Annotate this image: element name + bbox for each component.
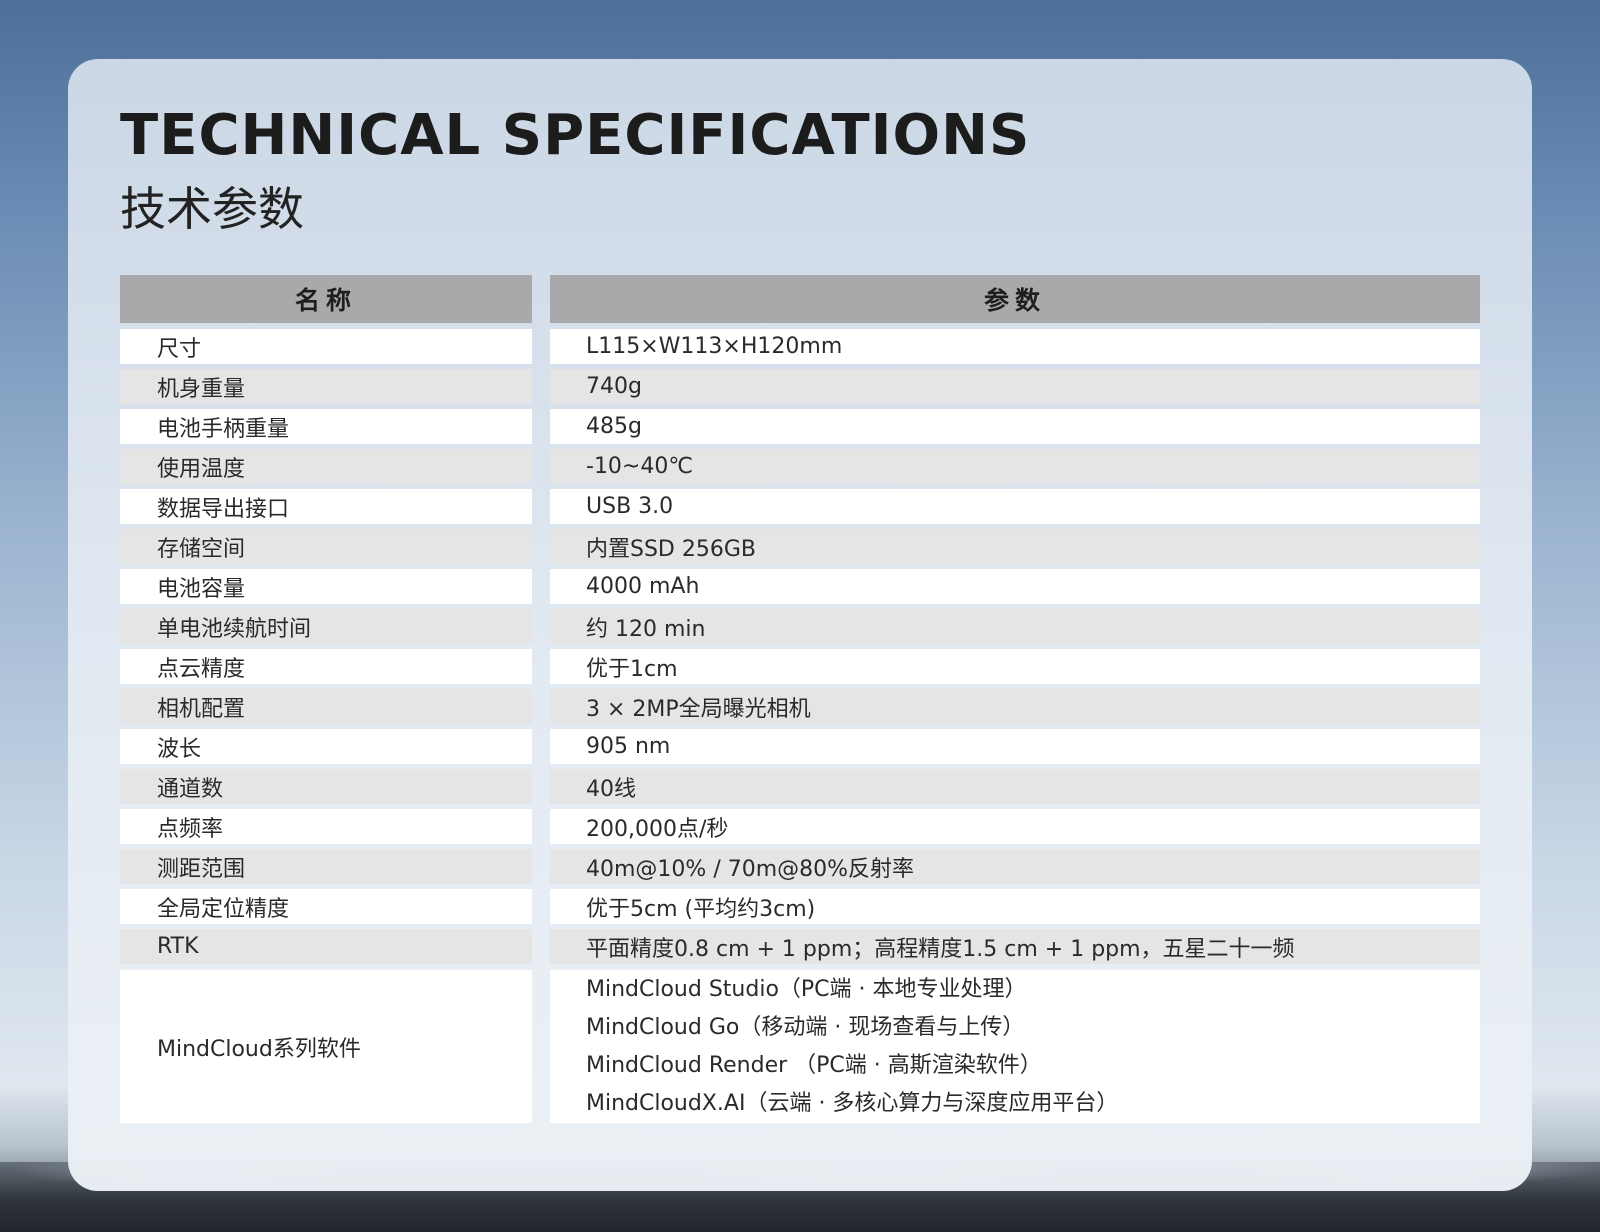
spec-name: 波长 bbox=[120, 729, 532, 764]
spec-value: 40线 bbox=[550, 769, 1480, 804]
table-row: 存储空间 内置SSD 256GB bbox=[120, 529, 1480, 564]
spec-name: 电池手柄重量 bbox=[120, 409, 532, 444]
spec-value: 3 × 2MP全局曝光相机 bbox=[550, 689, 1480, 724]
table-row: 全局定位精度 优于5cm (平均约3cm) bbox=[120, 889, 1480, 924]
spec-value: 内置SSD 256GB bbox=[550, 529, 1480, 564]
table-row: 点频率 200,000点/秒 bbox=[120, 809, 1480, 844]
table-row: 尺寸 L115×W113×H120mm bbox=[120, 329, 1480, 364]
software-item: MindCloud Studio（PC端 · 本地专业处理） bbox=[586, 976, 1027, 1002]
software-item: MindCloud Go（移动端 · 现场查看与上传） bbox=[586, 1014, 1025, 1040]
page-subtitle: 技术参数 bbox=[120, 182, 304, 236]
header-name: 名称 bbox=[120, 275, 532, 323]
spec-name: MindCloud系列软件 bbox=[120, 970, 532, 1123]
spec-value: 优于1cm bbox=[550, 649, 1480, 684]
table-row: 点云精度 优于1cm bbox=[120, 649, 1480, 684]
spec-value: 485g bbox=[550, 409, 1480, 444]
table-row: 通道数 40线 bbox=[120, 769, 1480, 804]
spec-name: 测距范围 bbox=[120, 849, 532, 884]
spec-name: 单电池续航时间 bbox=[120, 609, 532, 644]
table-row: 测距范围 40m@10% / 70m@80%反射率 bbox=[120, 849, 1480, 884]
spec-value: 905 nm bbox=[550, 729, 1480, 764]
spec-value: -10~40℃ bbox=[550, 449, 1480, 484]
spec-value: 200,000点/秒 bbox=[550, 809, 1480, 844]
software-item: MindCloudX.AI（云端 · 多核心算力与深度应用平台） bbox=[586, 1090, 1119, 1116]
software-item: MindCloud Render （PC端 · 高斯渲染软件） bbox=[586, 1052, 1042, 1078]
spec-name: 相机配置 bbox=[120, 689, 532, 724]
spec-name: 电池容量 bbox=[120, 569, 532, 604]
spec-panel: TECHNICAL SPECIFICATIONS 技术参数 名称 参数 尺寸 L… bbox=[68, 59, 1532, 1191]
spec-value: 优于5cm (平均约3cm) bbox=[550, 889, 1480, 924]
table-header-row: 名称 参数 bbox=[120, 275, 1480, 323]
spec-name: 使用温度 bbox=[120, 449, 532, 484]
table-row: 电池容量 4000 mAh bbox=[120, 569, 1480, 604]
spec-name: 点云精度 bbox=[120, 649, 532, 684]
spec-value: L115×W113×H120mm bbox=[550, 329, 1480, 364]
spec-value: 平面精度0.8 cm + 1 ppm；高程精度1.5 cm + 1 ppm，五星… bbox=[550, 929, 1480, 964]
table-row: 机身重量 740g bbox=[120, 369, 1480, 404]
table-row: 相机配置 3 × 2MP全局曝光相机 bbox=[120, 689, 1480, 724]
spec-value: 40m@10% / 70m@80%反射率 bbox=[550, 849, 1480, 884]
spec-value-list: MindCloud Studio（PC端 · 本地专业处理） MindCloud… bbox=[550, 970, 1480, 1123]
table-row: 使用温度 -10~40℃ bbox=[120, 449, 1480, 484]
header-value: 参数 bbox=[550, 275, 1480, 323]
spec-value: 4000 mAh bbox=[550, 569, 1480, 604]
table-row: 波长 905 nm bbox=[120, 729, 1480, 764]
spec-name: 通道数 bbox=[120, 769, 532, 804]
spec-table: 名称 参数 尺寸 L115×W113×H120mm 机身重量 740g 电池手柄… bbox=[120, 275, 1480, 1128]
spec-value: 740g bbox=[550, 369, 1480, 404]
table-row: RTK 平面精度0.8 cm + 1 ppm；高程精度1.5 cm + 1 pp… bbox=[120, 929, 1480, 964]
spec-value: USB 3.0 bbox=[550, 489, 1480, 524]
table-row-software: MindCloud系列软件 MindCloud Studio（PC端 · 本地专… bbox=[120, 970, 1480, 1123]
table-row: 电池手柄重量 485g bbox=[120, 409, 1480, 444]
spec-name: RTK bbox=[120, 929, 532, 964]
spec-name: 尺寸 bbox=[120, 329, 532, 364]
spec-name: 存储空间 bbox=[120, 529, 532, 564]
table-row: 数据导出接口 USB 3.0 bbox=[120, 489, 1480, 524]
page-title: TECHNICAL SPECIFICATIONS bbox=[120, 103, 1031, 168]
table-row: 单电池续航时间 约 120 min bbox=[120, 609, 1480, 644]
spec-name: 点频率 bbox=[120, 809, 532, 844]
spec-name: 机身重量 bbox=[120, 369, 532, 404]
spec-name: 数据导出接口 bbox=[120, 489, 532, 524]
spec-value: 约 120 min bbox=[550, 609, 1480, 644]
spec-name: 全局定位精度 bbox=[120, 889, 532, 924]
